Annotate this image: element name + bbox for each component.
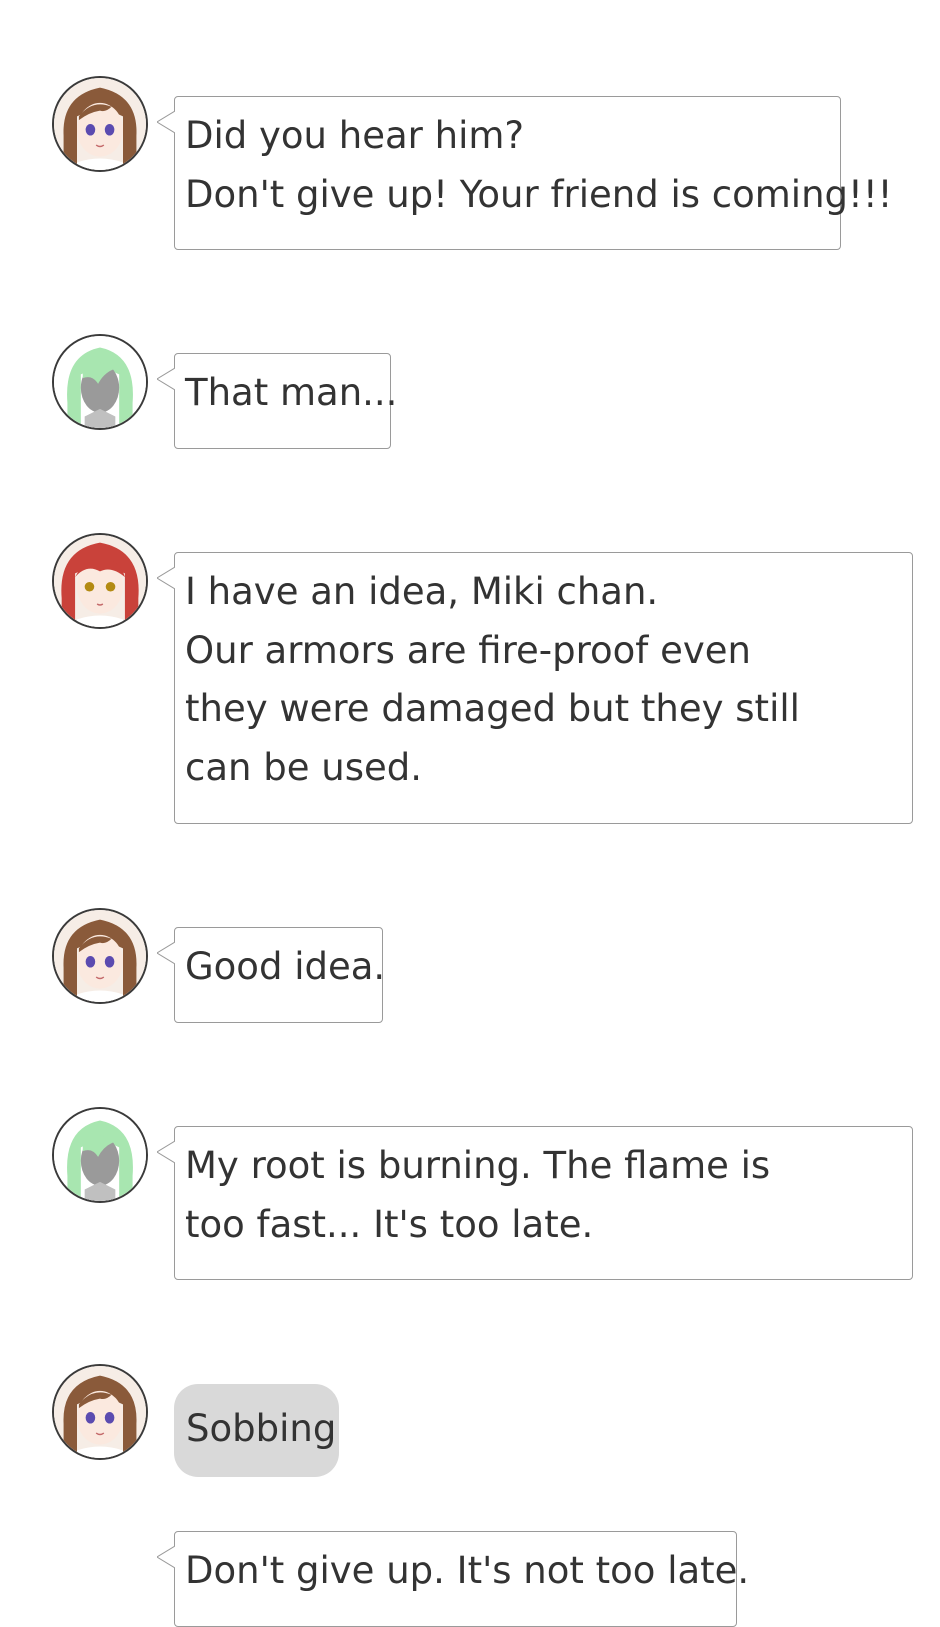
- message-line: That man...: [185, 371, 398, 414]
- green-hair-faceless-avatar: [52, 1107, 148, 1203]
- red-hair-girl-avatar: [52, 533, 148, 629]
- speech-bubble: Good idea.: [157, 927, 386, 1023]
- brown-hair-girl-avatar: [52, 76, 148, 172]
- speech-bubble: That man...: [157, 353, 398, 449]
- bubble-tail-icon: [157, 1546, 175, 1568]
- speech-bubble: My root is burning. The flame is too fas…: [157, 1126, 913, 1280]
- bubble-tail-icon: [157, 368, 175, 390]
- action-bubble: Sobbing: [174, 1384, 339, 1477]
- message-line: Don't give up! Your friend is coming!!!: [185, 172, 893, 216]
- message-line: Don't give up. It's not too late.: [185, 1549, 750, 1592]
- message-line: Our armors are fire-proof even they were…: [185, 628, 800, 789]
- speech-bubble: Did you hear him? Don't give up! Your fr…: [157, 96, 893, 250]
- bubble-tail-icon: [157, 942, 175, 964]
- bubble-tail-icon: [157, 567, 175, 589]
- bubble-tail-icon: [157, 111, 175, 133]
- brown-hair-girl-avatar: [52, 908, 148, 1004]
- speech-bubble: I have an idea, Miki chan. Our armors ar…: [157, 552, 913, 824]
- bubble-tail-icon: [157, 1141, 175, 1163]
- message-line: Did you hear him?: [185, 114, 525, 157]
- speech-bubble: Don't give up. It's not too late.: [157, 1531, 750, 1627]
- action-text: Sobbing: [186, 1407, 337, 1450]
- message-line: Good idea.: [185, 945, 386, 988]
- message-line: My root is burning. The flame is too fas…: [185, 1144, 771, 1246]
- green-hair-faceless-avatar: [52, 334, 148, 430]
- brown-hair-girl-avatar: [52, 1364, 148, 1460]
- message-line: I have an idea, Miki chan.: [185, 570, 659, 613]
